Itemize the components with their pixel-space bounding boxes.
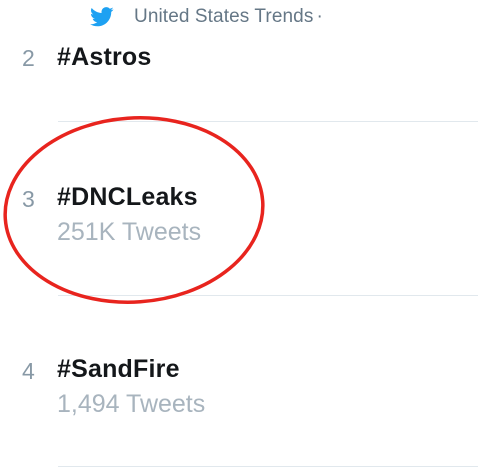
trend-hashtag[interactable]: #Astros — [57, 43, 152, 72]
trend-tweet-count: 251K Tweets — [57, 218, 202, 246]
trend-divider — [58, 466, 478, 467]
trend-rank: 4 — [22, 358, 35, 384]
trends-location-title[interactable]: United States Trends — [134, 6, 313, 28]
trend-divider — [58, 121, 478, 122]
trend-hashtag[interactable]: #SandFire — [57, 355, 180, 384]
trend-rank: 2 — [22, 45, 35, 71]
twitter-bird-icon — [90, 7, 114, 27]
trend-divider — [58, 295, 478, 296]
trend-rank: 3 — [22, 186, 35, 212]
trends-header: United States Trends · — [90, 4, 323, 30]
trend-tweet-count: 1,494 Tweets — [57, 390, 206, 418]
trend-hashtag[interactable]: #DNCLeaks — [57, 183, 198, 212]
header-separator: · — [316, 6, 323, 27]
